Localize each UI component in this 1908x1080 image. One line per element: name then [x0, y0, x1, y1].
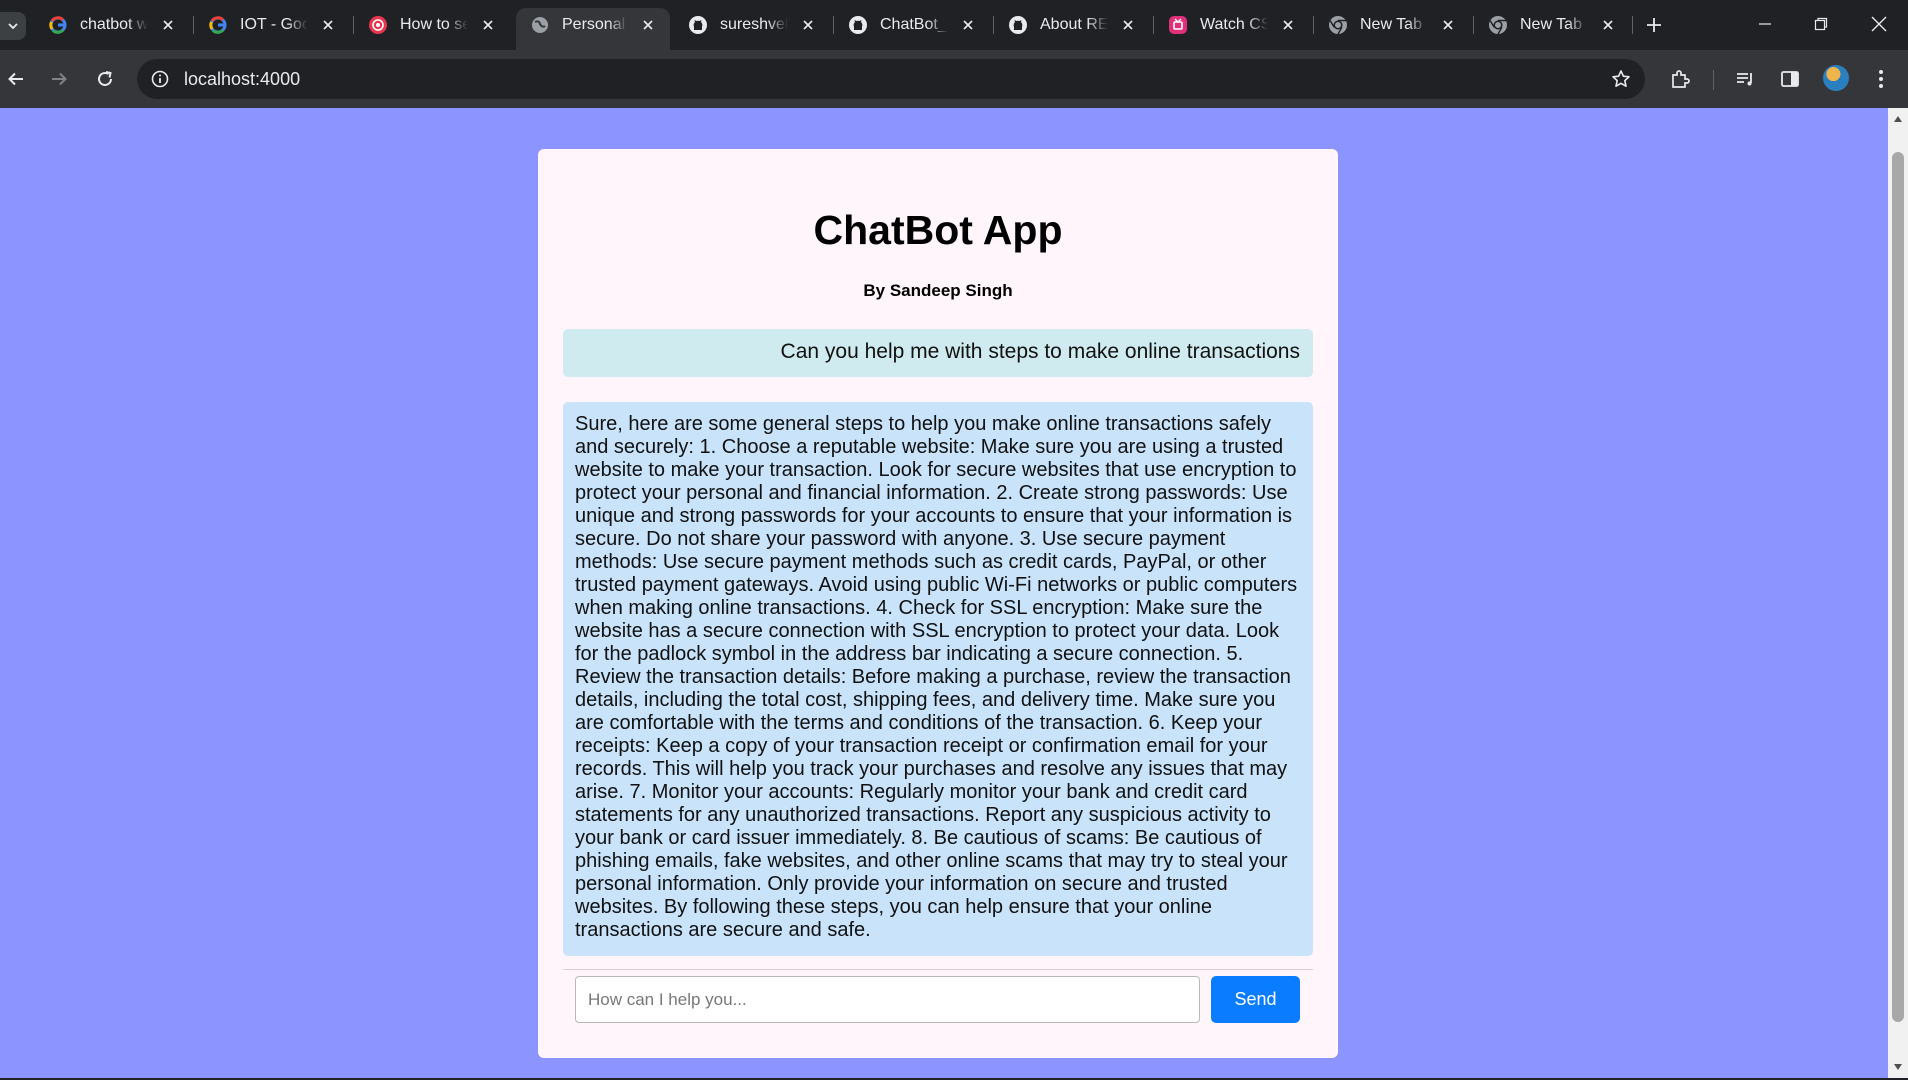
close-icon — [1871, 16, 1887, 32]
more-vertical-icon — [1879, 70, 1883, 88]
puzzle-icon — [1672, 70, 1690, 88]
side-panel-button[interactable] — [1776, 65, 1804, 93]
close-icon[interactable] — [640, 17, 656, 33]
bot-message-text: Sure, here are some general steps to hel… — [575, 413, 1298, 941]
forward-button[interactable] — [43, 63, 75, 95]
reload-button[interactable] — [89, 63, 121, 95]
tab-title: New Tab — [1360, 16, 1422, 33]
minimize-button[interactable] — [1742, 6, 1788, 42]
browser-tab[interactable]: How to set — [354, 8, 510, 42]
new-tab-button[interactable] — [1640, 11, 1668, 39]
close-window-button[interactable] — [1856, 6, 1902, 42]
tab-title: New Tab — [1520, 16, 1582, 33]
scroll-down-arrow[interactable] — [1888, 1058, 1908, 1076]
close-icon[interactable] — [1440, 17, 1456, 33]
back-button[interactable] — [0, 63, 32, 95]
close-icon[interactable] — [1120, 17, 1136, 33]
tab-title: Personal A — [562, 16, 628, 33]
podcast-icon — [368, 15, 388, 35]
page-viewport: ChatBot App By Sandeep Singh Can you hel… — [0, 108, 1888, 1078]
scrollbar-thumb[interactable] — [1892, 152, 1904, 1022]
browser-tab[interactable]: chatbot wi — [34, 8, 190, 42]
chat-input[interactable] — [575, 976, 1200, 1023]
tab-title: About REA — [1040, 16, 1108, 33]
google-icon — [48, 15, 68, 35]
browser-menu-button[interactable] — [1867, 65, 1895, 93]
google-icon — [208, 15, 228, 35]
close-icon[interactable] — [160, 17, 176, 33]
browser-tab[interactable]: sureshvel0 — [674, 8, 830, 42]
site-info-icon[interactable] — [147, 66, 173, 92]
page-scrollbar[interactable] — [1888, 108, 1908, 1078]
arrow-left-icon — [8, 72, 23, 86]
arrow-right-icon — [52, 72, 67, 86]
browser-tab-active[interactable]: Personal A — [516, 8, 670, 50]
browser-tab[interactable]: Watch CSK — [1154, 8, 1310, 42]
user-message-text: Can you help me with steps to make onlin… — [780, 340, 1300, 363]
reload-icon — [98, 71, 112, 86]
tab-strip: chatbot wi IOT - Goog How to set Persona… — [0, 0, 1908, 50]
browser-tab[interactable]: IOT - Goog — [194, 8, 350, 42]
github-icon — [848, 15, 868, 35]
bot-message-bubble: Sure, here are some general steps to hel… — [563, 402, 1313, 956]
close-icon[interactable] — [1600, 17, 1616, 33]
plus-icon — [1647, 18, 1661, 32]
github-icon — [688, 15, 708, 35]
author-subtitle: By Sandeep Singh — [863, 281, 1013, 300]
tab-title: sureshvel0 — [720, 16, 788, 33]
toolbar-divider — [1713, 70, 1714, 90]
globe-icon — [530, 15, 550, 35]
video-icon — [1168, 15, 1188, 35]
side-panel-icon — [1781, 71, 1799, 87]
media-queue-icon — [1737, 73, 1752, 86]
browser-toolbar: localhost:4000 — [0, 50, 1908, 108]
close-icon[interactable] — [1280, 17, 1296, 33]
close-icon[interactable] — [960, 17, 976, 33]
bookmark-star-icon[interactable] — [1609, 67, 1633, 91]
address-bar[interactable]: localhost:4000 — [137, 59, 1645, 99]
profile-avatar[interactable] — [1823, 65, 1849, 91]
browser-tab[interactable]: ChatBot_Pr — [834, 8, 990, 42]
media-controls-button[interactable] — [1731, 65, 1759, 93]
divider — [563, 969, 1313, 970]
browser-tab[interactable]: New Tab — [1314, 8, 1470, 42]
user-message-bubble: Can you help me with steps to make onlin… — [563, 329, 1313, 377]
tab-title: ChatBot_Pr — [880, 16, 948, 33]
url-text: localhost:4000 — [184, 69, 301, 89]
chrome-icon — [1328, 15, 1348, 35]
restore-icon — [1814, 17, 1828, 31]
close-icon[interactable] — [320, 17, 336, 33]
page-title: ChatBot App — [813, 207, 1063, 253]
tab-title: IOT - Goog — [240, 16, 308, 33]
chrome-icon — [1488, 15, 1508, 35]
close-icon[interactable] — [480, 17, 496, 33]
triangle-down-icon — [1894, 1064, 1902, 1070]
restore-button[interactable] — [1798, 6, 1844, 42]
browser-tab[interactable]: New Tab — [1474, 8, 1630, 42]
tab-title: chatbot wi — [80, 16, 148, 33]
github-icon — [1008, 15, 1028, 35]
tab-title: Watch CSK — [1200, 16, 1268, 33]
tab-separator — [1632, 16, 1633, 34]
tab-search-button[interactable] — [0, 12, 26, 40]
scroll-up-arrow[interactable] — [1888, 110, 1908, 128]
send-button[interactable]: Send — [1211, 976, 1300, 1023]
triangle-up-icon — [1894, 116, 1902, 122]
minimize-icon — [1759, 23, 1771, 25]
tab-title: How to set — [400, 16, 468, 33]
close-icon[interactable] — [800, 17, 816, 33]
chevron-down-icon — [8, 23, 18, 30]
browser-tab[interactable]: About REA — [994, 8, 1150, 42]
chat-card: ChatBot App By Sandeep Singh Can you hel… — [538, 149, 1338, 1058]
extensions-button[interactable] — [1666, 65, 1694, 93]
